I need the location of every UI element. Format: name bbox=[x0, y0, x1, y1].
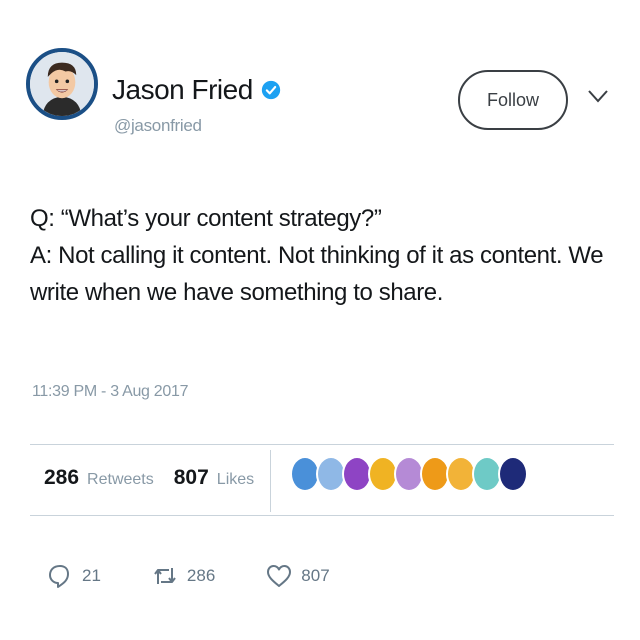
author-name-row: Jason Fried bbox=[112, 74, 281, 106]
display-name[interactable]: Jason Fried bbox=[112, 74, 253, 106]
likes-label[interactable]: Likes bbox=[217, 471, 254, 489]
liker-avatar[interactable] bbox=[498, 456, 528, 492]
retweet-icon bbox=[154, 568, 176, 584]
retweets-count[interactable]: 286 bbox=[44, 466, 79, 490]
tweet-card: Jason Fried @jasonfried Follow Q: “What’… bbox=[0, 0, 640, 640]
divider bbox=[30, 444, 614, 445]
tweet-text: Q: “What’s your content strategy?” A: No… bbox=[30, 200, 620, 311]
chevron-down-icon[interactable] bbox=[587, 88, 609, 104]
divider bbox=[270, 450, 271, 512]
author-handle[interactable]: @jasonfried bbox=[114, 116, 202, 136]
like-button[interactable]: 807 bbox=[265, 562, 330, 590]
liker-avatars bbox=[290, 456, 528, 496]
likes-count[interactable]: 807 bbox=[174, 466, 209, 490]
tweet-stats: 286 Retweets 807 Likes bbox=[44, 466, 266, 490]
tweet-line-answer: A: Not calling it content. Not thinking … bbox=[30, 242, 604, 306]
tweet-timestamp[interactable]: 11:39 PM - 3 Aug 2017 bbox=[32, 383, 188, 401]
divider bbox=[30, 515, 614, 516]
reply-button[interactable]: 21 bbox=[46, 562, 101, 590]
tweet-actions: 21 286 807 bbox=[46, 562, 380, 590]
retweets-label[interactable]: Retweets bbox=[87, 471, 154, 489]
heart-icon bbox=[267, 565, 292, 587]
like-action-count: 807 bbox=[301, 566, 330, 585]
avatar-illustration bbox=[30, 52, 94, 116]
retweet-action-count: 286 bbox=[186, 566, 216, 585]
verified-badge-icon bbox=[261, 80, 280, 100]
tweet-line-question: Q: “What’s your content strategy?” bbox=[30, 205, 382, 232]
avatar[interactable] bbox=[26, 48, 98, 120]
retweet-button[interactable]: 286 bbox=[151, 562, 215, 590]
reply-count: 21 bbox=[82, 566, 101, 585]
reply-icon bbox=[49, 565, 69, 588]
follow-button[interactable]: Follow bbox=[458, 70, 568, 130]
